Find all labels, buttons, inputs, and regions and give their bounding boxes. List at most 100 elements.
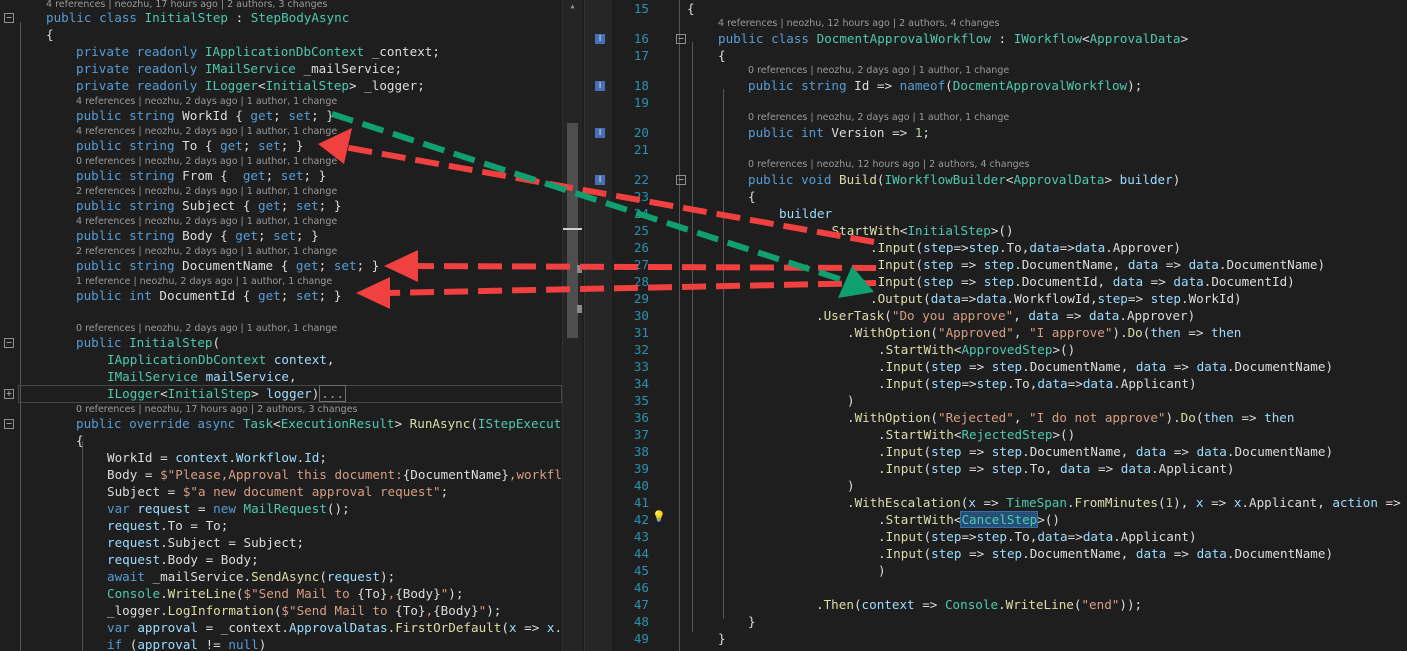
code-line[interactable]: public InitialStep( (76, 334, 220, 351)
line-number: 35 (633, 393, 649, 408)
code-line[interactable]: .StartWith<RejectedStep>() (878, 426, 1075, 443)
code-line[interactable]: .WithOption("Approved", "I approve").Do(… (847, 324, 1241, 341)
code-token: set (295, 198, 319, 213)
highlighted-token[interactable]: CancelStep (960, 511, 1039, 528)
code-line[interactable]: { (687, 0, 695, 17)
code-token: ApprovalDatas (289, 620, 388, 635)
code-line[interactable]: private readonly IApplicationDbContext _… (76, 43, 440, 60)
code-line[interactable]: { (76, 432, 84, 449)
code-token: ApprovedStep (961, 342, 1053, 357)
code-token: Id (304, 450, 320, 465)
code-line[interactable]: ) (878, 562, 886, 579)
code-line[interactable]: .Then(context => Console.WriteLine("end"… (816, 596, 1142, 613)
code-line[interactable]: .WithOption("Rejected", "I do not approv… (847, 409, 1294, 426)
lightbulb-icon[interactable]: 💡 (652, 511, 666, 523)
code-line[interactable]: public string From { get; set; } (76, 167, 326, 184)
code-line[interactable]: .Input(step => step.DocumentName, data =… (878, 358, 1333, 375)
code-line[interactable]: private readonly ILogger<InitialStep> _l… (76, 77, 425, 94)
split-divider[interactable] (584, 0, 613, 651)
code-line[interactable]: } (748, 613, 756, 630)
code-line[interactable]: { (46, 26, 54, 43)
code-line[interactable]: .StartWith<InitialStep>() (824, 222, 1014, 239)
implementation-badge-icon[interactable]: I (595, 128, 605, 138)
code-line[interactable]: public override async Task<ExecutionResu… (76, 415, 561, 432)
code-line[interactable]: Console.WriteLine($"Send Mail to {To},{B… (107, 585, 463, 602)
code-line[interactable]: public string Body { get; set; } (76, 227, 319, 244)
code-line[interactable]: public class DocmentApprovalWorkflow : I… (718, 30, 1188, 47)
code-token: approval (137, 637, 199, 651)
code-line[interactable]: Subject = $"a new document approval requ… (107, 483, 448, 500)
codelens-info[interactable]: 0 references | neozhu, 2 days ago | 1 au… (748, 64, 1009, 77)
code-line[interactable]: public int Version => 1; (748, 124, 930, 141)
code-line[interactable]: public string To { get; set; } (76, 137, 304, 154)
code-line[interactable]: .Output(data=>data.WorkflowId,step=> ste… (870, 290, 1242, 307)
code-line[interactable]: } (718, 630, 726, 647)
scroll-up-arrow[interactable]: ▴ (563, 0, 582, 14)
code-line[interactable]: IMailService mailService, (107, 368, 297, 385)
code-line[interactable]: request.Subject = Subject; (107, 534, 304, 551)
code-line[interactable]: WorkId = context.Workflow.Id; (107, 449, 327, 466)
code-token: => (961, 359, 992, 374)
collapse-class-button[interactable]: − (4, 13, 14, 23)
code-line[interactable]: await _mailService.SendAsync(request); (107, 568, 395, 585)
code-line[interactable]: _logger.LogInformation($"Send Mail to {T… (107, 602, 501, 619)
code-line[interactable]: ) (847, 392, 855, 409)
code-line[interactable]: ) (847, 477, 855, 494)
code-line[interactable]: .Input(step => step.DocumentName, data =… (878, 443, 1333, 460)
code-line[interactable]: .Input(step => step.DocumentId, data => … (870, 273, 1295, 290)
collapse-class-button[interactable]: − (676, 34, 686, 44)
code-token: request (107, 518, 161, 533)
code-line[interactable]: public void Build(IWorkflowBuilder<Appro… (748, 171, 1180, 188)
code-line[interactable]: public string Subject { get; set; } (76, 197, 341, 214)
code-line[interactable]: public string DocumentName { get; set; } (76, 257, 379, 274)
code-line[interactable]: .Input(step => step.DocumentName, data =… (878, 545, 1333, 562)
codelens-info[interactable]: 0 references | neozhu, 12 hours ago | 2 … (748, 158, 1029, 171)
codelens-info[interactable]: 4 references | neozhu, 12 hours ago | 2 … (718, 17, 999, 30)
code-token: public int (76, 288, 160, 303)
code-line[interactable]: IApplicationDbContext context, (107, 351, 335, 368)
code-line[interactable]: var request = new MailRequest(); (107, 500, 350, 517)
code-line[interactable]: request.Body = Body; (107, 551, 259, 568)
code-token: {Body} (395, 586, 441, 601)
code-line[interactable]: { (718, 47, 726, 64)
collapse-ctor-button[interactable]: − (4, 338, 14, 348)
code-line[interactable]: { (748, 188, 756, 205)
left-vertical-scrollbar[interactable]: ▴ (562, 0, 582, 651)
code-line[interactable]: builder (779, 205, 832, 222)
expand-ctor-params-button[interactable]: + (4, 389, 14, 399)
code-line[interactable]: var approval = _context.ApprovalDatas. Fi… (107, 619, 562, 636)
code-line[interactable]: private readonly IMailService _mailServi… (76, 60, 402, 77)
code-token: ; (280, 288, 296, 303)
codelens-info[interactable]: 0 references | neozhu, 2 days ago | 1 au… (748, 111, 1009, 124)
left-editor-pane[interactable]: − − + − 4 references | neozhu, 17 hours … (0, 0, 584, 651)
code-line[interactable]: .StartWith<CancelStep>() (878, 511, 1060, 528)
code-token: Input (885, 461, 924, 476)
collapse-runasync-button[interactable]: − (4, 419, 14, 429)
code-line[interactable]: .Input(step => step.To, data => data.App… (878, 460, 1235, 477)
collapse-build-button[interactable]: − (676, 175, 686, 185)
code-line[interactable]: .StartWith<ApprovedStep>() (878, 341, 1075, 358)
code-line[interactable]: .Input(step => step.DocumentName, data =… (870, 256, 1325, 273)
code-line[interactable]: .WithEscalation(x => TimeSpan.FromMinute… (847, 494, 1401, 511)
code-line[interactable]: .Input(step=>step.To,data=>data.Approver… (870, 239, 1181, 256)
code-token: data (976, 291, 1007, 306)
collapsed-code-box[interactable]: ... (319, 385, 347, 402)
implementation-badge-icon[interactable]: I (595, 34, 605, 44)
code-line[interactable]: public string WorkId { get; set; } (76, 107, 334, 124)
implementation-badge-icon[interactable]: I (595, 175, 605, 185)
implementation-badge-icon[interactable]: I (595, 81, 605, 91)
code-line[interactable]: request.To = To; (107, 517, 228, 534)
code-line[interactable]: public string Id => nameof(DocmentApprov… (748, 77, 1142, 94)
code-line[interactable]: .UserTask("Do you approve", data => data… (816, 307, 1195, 324)
code-line[interactable]: public class InitialStep : StepBodyAsync (46, 9, 349, 26)
line-number: 21 (633, 142, 649, 157)
code-token: set (280, 168, 304, 183)
code-line[interactable]: Body = $"Please,Approval this document:{… (107, 466, 562, 483)
code-line[interactable]: .Input(step=>step.To,data=>data.Applican… (878, 375, 1197, 392)
code-line[interactable]: .Input(step=>step.To,data=>data.Applican… (878, 528, 1197, 545)
code-line[interactable]: ILogger<InitialStep> logger)... (107, 385, 347, 402)
code-line[interactable]: if (approval != null) (107, 636, 266, 651)
code-token: ILogger (204, 78, 258, 93)
code-token: > (394, 416, 410, 431)
code-line[interactable]: public int DocumentId { get; set; } (76, 287, 341, 304)
